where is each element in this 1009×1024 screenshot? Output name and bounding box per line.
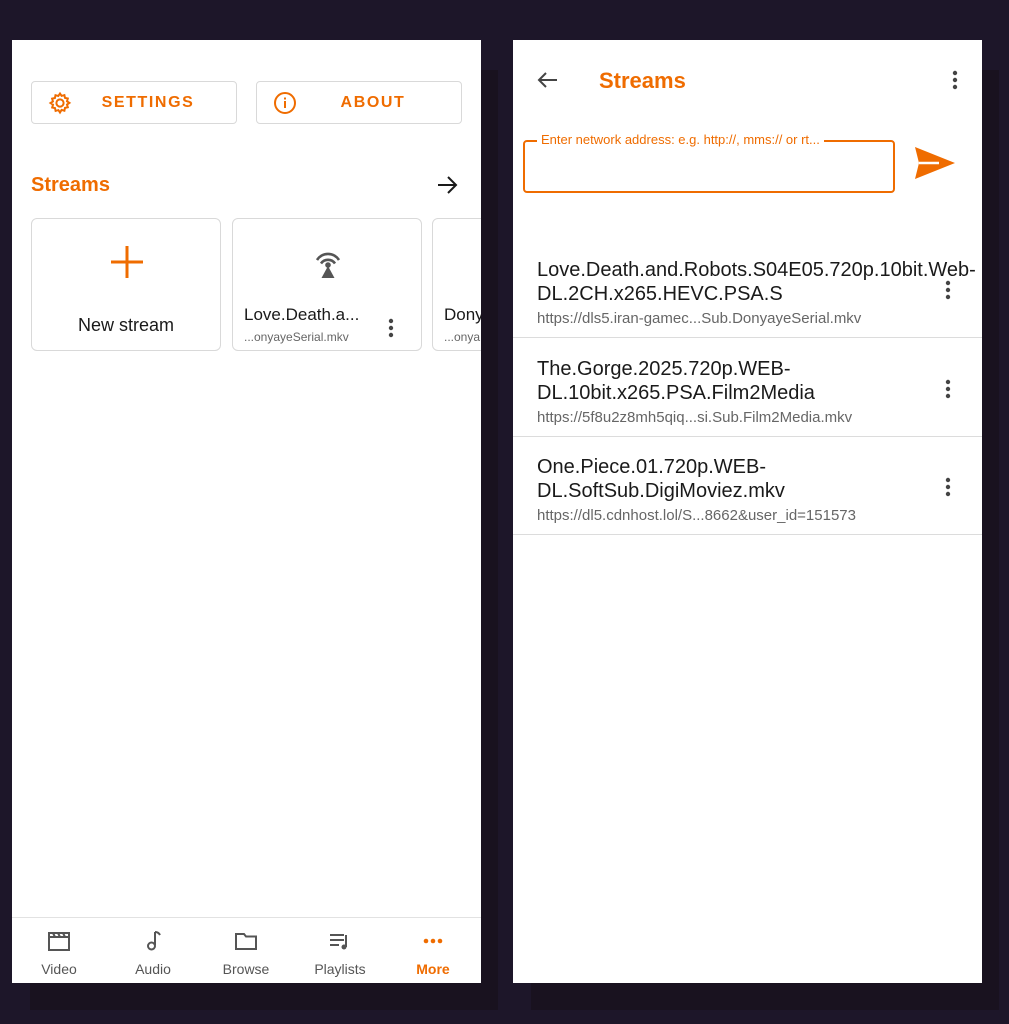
stream-item-url: https://5f8u2z8mh5qiq...si.Sub.Film2Medi… xyxy=(537,409,853,426)
page-title: Streams xyxy=(599,68,686,93)
stream-antenna-icon xyxy=(315,252,341,278)
nav-item-playlists[interactable]: Playlists xyxy=(293,918,387,983)
nav-label: Audio xyxy=(135,961,171,977)
stream-item-title: Love.Death.and.Robots.S04E05.720p.10bit.… xyxy=(537,259,976,305)
more-vertical-icon[interactable] xyxy=(938,278,958,302)
playlist-icon xyxy=(330,934,347,950)
stream-title: Love.Death.a... xyxy=(244,305,360,324)
nav-item-browse[interactable]: Browse xyxy=(199,918,293,983)
network-address-label: Enter network address: e.g. http://, mms… xyxy=(537,132,824,147)
new-stream-label: New stream xyxy=(77,315,175,335)
nav-label: More xyxy=(416,961,450,977)
video-clapper-icon xyxy=(48,932,70,951)
folder-icon xyxy=(235,933,257,950)
stream-filename: ...onya xyxy=(444,330,481,344)
more-vertical-icon[interactable] xyxy=(938,475,958,499)
about-label: ABOUT xyxy=(340,93,406,111)
plus-icon xyxy=(111,246,143,278)
streams-section-title[interactable]: Streams xyxy=(31,174,110,197)
stream-filename: ...onyayeSerial.mkv xyxy=(244,330,349,344)
nav-label: Playlists xyxy=(314,961,366,977)
settings-button[interactable]: SETTINGS xyxy=(31,81,237,124)
about-button[interactable]: ABOUT xyxy=(256,81,462,124)
more-vertical-icon[interactable] xyxy=(945,68,965,92)
more-screen: SETTINGS ABOUT Streams New stream Love.D… xyxy=(12,40,481,983)
stream-list-item[interactable]: The.Gorge.2025.720p.WEB-DL.10bit.x265.PS… xyxy=(513,339,982,437)
stream-list-item[interactable]: Love.Death.and.Robots.S04E05.720p.10bit.… xyxy=(513,240,982,338)
music-note-icon xyxy=(147,931,161,951)
stream-card[interactable]: Dony ...onya xyxy=(432,218,481,351)
stream-item-title: The.Gorge.2025.720p.WEB-DL.10bit.x265.PS… xyxy=(537,358,815,404)
nav-item-more[interactable]: More xyxy=(386,918,480,983)
more-vertical-icon[interactable] xyxy=(938,377,958,401)
stream-list-item[interactable]: One.Piece.01.720p.WEB-DL.SoftSub.DigiMov… xyxy=(513,437,982,535)
back-arrow-icon[interactable] xyxy=(535,68,559,92)
stream-title: Dony xyxy=(444,305,481,324)
more-dots-icon xyxy=(423,938,443,944)
more-vertical-icon[interactable] xyxy=(381,316,401,340)
stream-item-url: https://dl5.cdnhost.lol/S...8662&user_id… xyxy=(537,507,856,524)
streams-screen: Streams Enter network address: e.g. http… xyxy=(513,40,982,983)
settings-label: SETTINGS xyxy=(101,93,195,111)
nav-item-video[interactable]: Video xyxy=(12,918,106,983)
new-stream-card[interactable]: New stream xyxy=(31,218,221,351)
arrow-right-icon[interactable] xyxy=(436,174,460,196)
network-address-input[interactable] xyxy=(523,140,895,193)
nav-item-audio[interactable]: Audio xyxy=(106,918,200,983)
nav-label: Browse xyxy=(222,961,270,977)
stream-item-url: https://dls5.iran-gamec...Sub.DonyayeSer… xyxy=(537,310,862,327)
stream-item-title: One.Piece.01.720p.WEB-DL.SoftSub.DigiMov… xyxy=(537,456,785,502)
nav-label: Video xyxy=(41,961,77,977)
bottom-navigation: Video Audio Browse Playlists More xyxy=(12,917,481,983)
send-icon[interactable] xyxy=(911,143,959,183)
stream-card[interactable]: Love.Death.a... ...onyayeSerial.mkv xyxy=(232,218,422,351)
